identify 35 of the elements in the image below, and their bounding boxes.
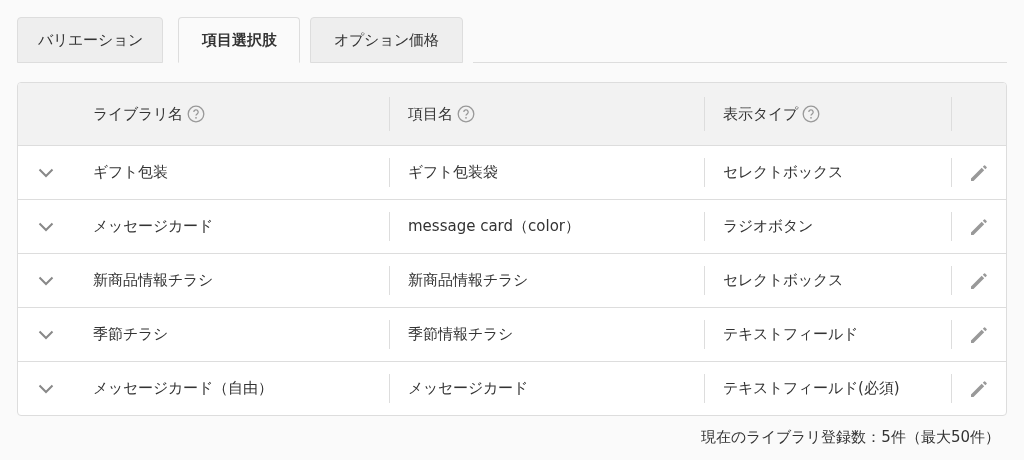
table-cell: ラジオボタン — [723, 217, 813, 236]
table-cell: メッセージカード — [408, 379, 528, 398]
pencil-icon[interactable] — [968, 162, 989, 183]
table-cell: テキストフィールド(必須) — [723, 379, 900, 398]
table-cell: 季節情報チラシ — [408, 325, 513, 344]
table-cell: ギフト包装 — [93, 163, 168, 182]
pencil-icon[interactable] — [968, 216, 989, 237]
table-cell: 新商品情報チラシ — [408, 271, 528, 290]
table-cell: メッセージカード（自由） — [93, 379, 273, 398]
table-cell: 季節チラシ — [93, 325, 168, 344]
pencil-icon[interactable] — [968, 324, 989, 345]
table-cell: 新商品情報チラシ — [93, 271, 213, 290]
library-count-text: 現在のライブラリ登録数：5件（最大50件） — [701, 428, 1000, 447]
table-cell: メッセージカード — [93, 217, 213, 236]
chevron-down-icon[interactable] — [38, 167, 54, 178]
chevron-down-icon[interactable] — [38, 329, 54, 340]
tab[interactable]: オプション価格 — [310, 17, 463, 63]
help-icon[interactable] — [457, 105, 475, 123]
table-cell: セレクトボックス — [723, 271, 843, 290]
table-cell: セレクトボックス — [723, 163, 843, 182]
chevron-down-icon[interactable] — [38, 221, 54, 232]
column-header: 表示タイプ — [723, 104, 798, 124]
help-icon[interactable] — [187, 105, 205, 123]
table-cell: ギフト包装袋 — [408, 163, 498, 182]
column-header: 項目名 — [408, 104, 453, 124]
table-cell: テキストフィールド — [723, 325, 858, 344]
chevron-down-icon[interactable] — [38, 275, 54, 286]
tab[interactable]: 項目選択肢 — [178, 17, 300, 63]
help-icon[interactable] — [802, 105, 820, 123]
pencil-icon[interactable] — [968, 270, 989, 291]
chevron-down-icon[interactable] — [38, 383, 54, 394]
column-header: ライブラリ名 — [93, 104, 183, 124]
table-cell: message card（color） — [408, 217, 580, 236]
pencil-icon[interactable] — [968, 378, 989, 399]
tab[interactable]: バリエーション — [17, 17, 163, 63]
